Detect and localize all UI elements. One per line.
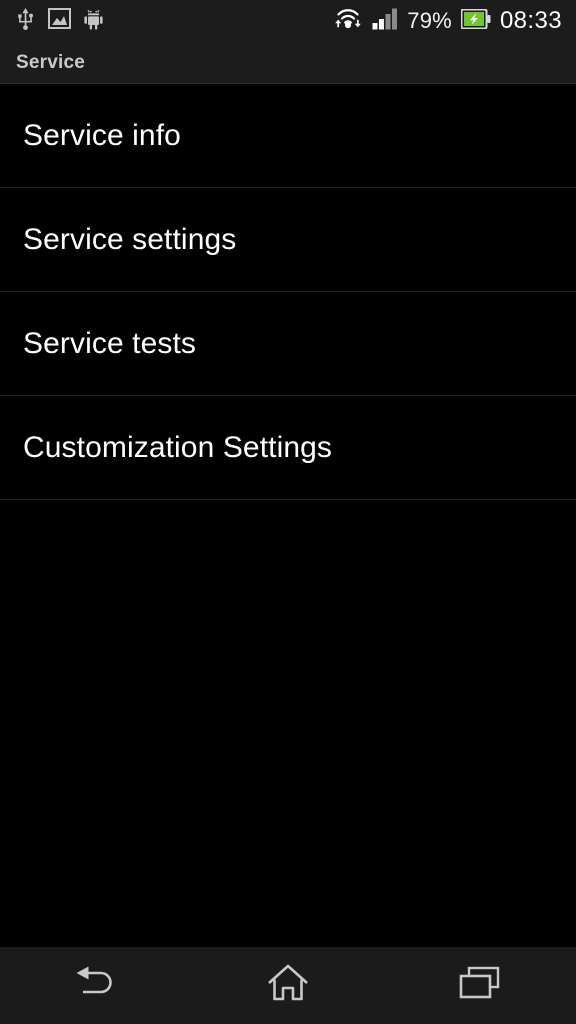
- android-icon: [84, 7, 103, 35]
- list-item-label: Customization Settings: [23, 431, 333, 464]
- navigation-bar: [0, 947, 576, 1024]
- list-item-customization-settings[interactable]: Customization Settings: [0, 396, 576, 500]
- status-bar: 79% 08:33: [0, 0, 576, 42]
- title-bar: Service: [0, 42, 576, 84]
- list-item-service-info[interactable]: Service info: [0, 84, 576, 188]
- recents-icon: [457, 964, 503, 1007]
- home-icon: [266, 962, 310, 1009]
- back-icon: [73, 964, 119, 1007]
- usb-icon: [16, 7, 35, 36]
- wifi-transfer-icon: [333, 6, 363, 36]
- home-button[interactable]: [192, 947, 384, 1024]
- list-item-label: Service info: [23, 119, 181, 152]
- list-item-service-settings[interactable]: Service settings: [0, 188, 576, 292]
- cellular-signal-icon: [372, 8, 398, 35]
- status-bar-left-icons: [16, 7, 103, 36]
- image-icon: [48, 7, 71, 35]
- battery-percent-label: 79%: [407, 8, 452, 33]
- list-item-label: Service settings: [23, 223, 237, 256]
- status-bar-clock: 08:33: [499, 7, 562, 34]
- status-bar-right-icons: 79% 08:33: [333, 6, 562, 36]
- battery-charging-icon: [460, 8, 491, 34]
- service-menu-list: Service info Service settings Service te…: [0, 84, 576, 947]
- list-item-service-tests[interactable]: Service tests: [0, 292, 576, 396]
- recents-button[interactable]: [384, 947, 576, 1024]
- phone-screen: 79% 08:33 Service Service info Service s…: [0, 0, 576, 1024]
- back-button[interactable]: [0, 947, 192, 1024]
- list-item-label: Service tests: [23, 327, 197, 360]
- page-title: Service: [16, 51, 86, 73]
